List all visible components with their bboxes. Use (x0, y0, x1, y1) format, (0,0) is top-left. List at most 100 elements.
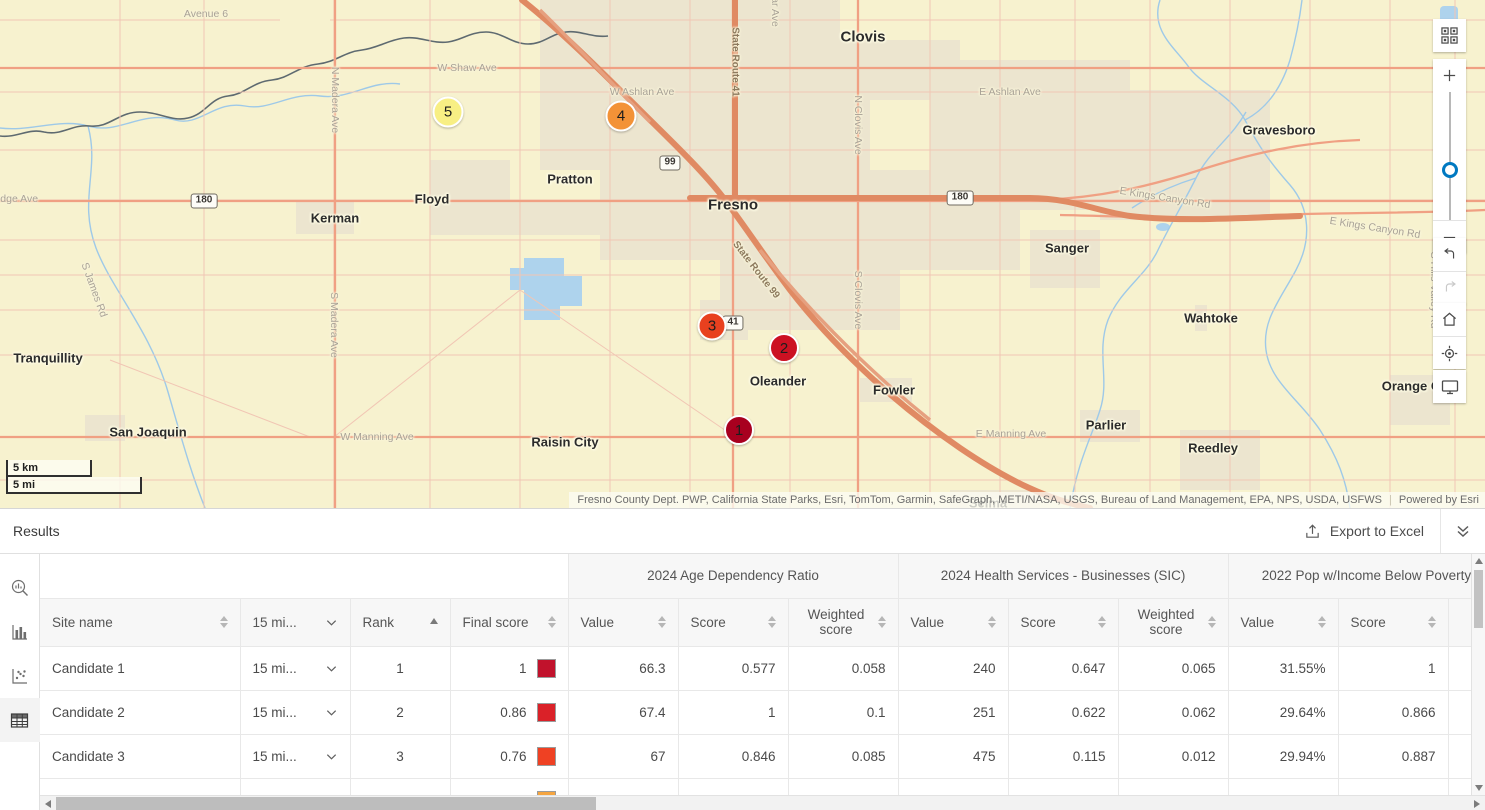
cell-final: 1 (450, 646, 568, 690)
column-header-row: Site name15 mi...RankFinal scoreValueSco… (40, 598, 1485, 646)
export-to-excel-button[interactable]: Export to Excel (1288, 509, 1440, 553)
column-header-rank[interactable]: Rank (350, 598, 450, 646)
vertical-scrollbar[interactable] (1471, 554, 1485, 795)
sort-toggle-icon[interactable] (1208, 616, 1216, 628)
sort-toggle-icon[interactable] (1318, 616, 1326, 628)
horizontal-scroll-thumb[interactable] (56, 797, 596, 810)
horizontal-scroll-track[interactable] (56, 796, 1469, 810)
sort-toggle-icon[interactable] (1098, 616, 1106, 628)
sort-toggle-icon[interactable] (548, 616, 556, 628)
column-header-pov_value[interactable]: Value (1228, 598, 1338, 646)
column-header-site_name[interactable]: Site name (40, 598, 240, 646)
map-navigation-widget[interactable] (1433, 303, 1466, 369)
site-marker-5[interactable]: 5 (433, 97, 464, 128)
drive-time-dropdown[interactable]: 15 mi... (253, 705, 338, 720)
sort-toggle-icon[interactable] (768, 616, 776, 628)
redo-button[interactable] (1433, 271, 1466, 304)
map-canvas[interactable]: ClovisFresnoKermanFloydPrattonTranquilli… (0, 0, 1485, 508)
column-header-label: Rank (363, 615, 395, 630)
chevron-down-icon[interactable] (325, 616, 338, 629)
site-marker-3[interactable]: 3 (698, 312, 727, 341)
zoom-slider[interactable] (1433, 92, 1466, 220)
data-explore-icon (10, 578, 30, 598)
column-header-hs_score[interactable]: Score (1008, 598, 1118, 646)
chevron-down-icon[interactable] (325, 750, 338, 763)
column-header-label: Weighted score (1131, 607, 1202, 637)
group-header-cell: 2024 Health Services - Businesses (SIC) (898, 554, 1228, 598)
table-row[interactable]: Candidate 315 mi...30.76670.8460.0854750… (40, 734, 1485, 778)
zoom-slider-handle[interactable] (1442, 162, 1458, 178)
undo-button[interactable] (1433, 238, 1466, 271)
cell-adr_score: 0.846 (678, 734, 788, 778)
home-button[interactable] (1433, 303, 1466, 336)
chevron-down-icon[interactable] (325, 662, 338, 675)
results-tool-rail[interactable] (0, 554, 40, 810)
cell-final: 0.76 (450, 734, 568, 778)
table-row[interactable]: Candidate 115 mi...1166.30.5770.0582400.… (40, 646, 1485, 690)
site-marker-2[interactable]: 2 (769, 333, 799, 363)
bar-chart-button[interactable] (0, 610, 40, 654)
column-header-hs_value[interactable]: Value (898, 598, 1008, 646)
cell-adr_wscore: 0.058 (788, 646, 898, 690)
column-header-label: Score (1021, 615, 1056, 630)
column-header-adr_value[interactable]: Value (568, 598, 678, 646)
column-header-hs_wscore[interactable]: Weighted score (1118, 598, 1228, 646)
locate-icon (1441, 345, 1458, 362)
cell-drive_time[interactable]: 15 mi... (240, 690, 350, 734)
cell-adr_value: 67.4 (568, 690, 678, 734)
vertical-scroll-thumb[interactable] (1474, 570, 1483, 628)
column-header-adr_wscore[interactable]: Weighted score (788, 598, 898, 646)
scale-bar-km-label: 5 km (13, 462, 38, 474)
scroll-up-arrow[interactable] (1472, 554, 1485, 568)
site-marker-4[interactable]: 4 (606, 101, 637, 132)
basemap-gallery-widget[interactable] (1433, 19, 1466, 52)
column-header-pov_score[interactable]: Score (1338, 598, 1448, 646)
cell-drive_time[interactable]: 15 mi... (240, 646, 350, 690)
zoom-widget[interactable] (1433, 59, 1466, 253)
display-button[interactable] (1433, 370, 1466, 403)
redo-icon (1442, 280, 1458, 296)
data-explore-button[interactable] (0, 566, 40, 610)
basemap-gallery-button[interactable] (1433, 19, 1466, 52)
cell-rank: 2 (350, 690, 450, 734)
horizontal-scrollbar[interactable] (40, 795, 1485, 810)
sort-toggle-icon[interactable] (878, 616, 886, 628)
sort-toggle-icon[interactable] (658, 616, 666, 628)
scroll-down-arrow[interactable] (1472, 781, 1485, 795)
chevron-down-icon[interactable] (325, 706, 338, 719)
table-view-button[interactable] (0, 698, 40, 742)
sort-toggle-icon[interactable] (220, 616, 228, 628)
column-header-final[interactable]: Final score (450, 598, 568, 646)
cell-rank: 1 (350, 646, 450, 690)
final-score-swatch (537, 703, 556, 722)
home-icon (1441, 311, 1458, 328)
cell-adr_score: 1 (678, 690, 788, 734)
zoom-in-button[interactable] (1433, 59, 1466, 92)
cell-hs_value: 475 (898, 734, 1008, 778)
final-score-swatch (537, 659, 556, 678)
attribution-powered-by[interactable]: Powered by Esri (1399, 494, 1479, 506)
column-header-drive_time[interactable]: 15 mi... (240, 598, 350, 646)
cell-hs_score: 0.622 (1008, 690, 1118, 734)
cell-hs_wscore: 0.012 (1118, 734, 1228, 778)
scroll-left-arrow[interactable] (40, 800, 56, 808)
collapse-panel-button[interactable] (1440, 509, 1485, 553)
scatter-plot-button[interactable] (0, 654, 40, 698)
locate-button[interactable] (1433, 336, 1466, 369)
navigation-history-widget[interactable] (1433, 238, 1466, 304)
cell-hs_value: 251 (898, 690, 1008, 734)
drive-time-dropdown[interactable]: 15 mi... (253, 661, 338, 676)
results-table-container[interactable]: 2024 Age Dependency Ratio2024 Health Ser… (40, 554, 1485, 810)
site-marker-1[interactable]: 1 (724, 415, 754, 445)
table-row[interactable]: Candidate 215 mi...20.8667.410.12510.622… (40, 690, 1485, 734)
scroll-right-arrow[interactable] (1469, 800, 1485, 808)
scale-bar: 5 km 5 mi (6, 460, 142, 494)
cell-drive_time[interactable]: 15 mi... (240, 734, 350, 778)
group-header-row: 2024 Age Dependency Ratio2024 Health Ser… (40, 554, 1485, 598)
sort-toggle-icon[interactable] (1428, 616, 1436, 628)
display-widget[interactable] (1433, 370, 1466, 403)
column-header-adr_score[interactable]: Score (678, 598, 788, 646)
drive-time-dropdown[interactable]: 15 mi... (253, 749, 338, 764)
sort-ascending-icon[interactable] (430, 618, 438, 626)
sort-toggle-icon[interactable] (988, 616, 996, 628)
